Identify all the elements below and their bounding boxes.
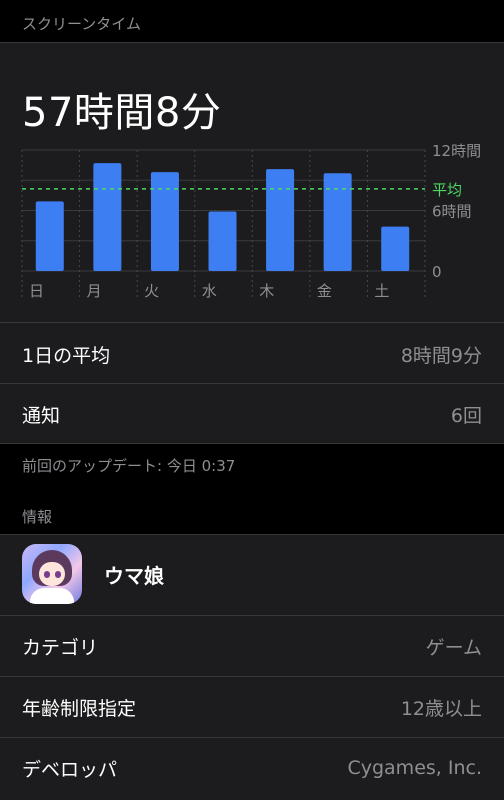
developer-row: デベロッパ Cygames, Inc. bbox=[0, 738, 504, 798]
uma-musume-app-icon bbox=[22, 544, 82, 604]
category-value: ゲーム bbox=[425, 636, 482, 659]
x-tick-label-0: 日 bbox=[29, 282, 44, 300]
age-rating-value: 12歳以上 bbox=[400, 697, 482, 720]
divider bbox=[0, 443, 504, 444]
notifications-row: 通知 6回 bbox=[0, 384, 504, 444]
y-tick-label-1: 6時間 bbox=[432, 203, 472, 221]
age-rating-label: 年齢制限指定 bbox=[22, 697, 137, 720]
last-update-note: 前回のアップデート: 今日 0:37 bbox=[22, 457, 236, 475]
x-tick-label-5: 金 bbox=[317, 282, 332, 300]
category-label: カテゴリ bbox=[22, 636, 99, 659]
screen-time-page: スクリーンタイム 57時間8分 平均 12時間 6時間 0 日 月 火 水 木 金 土 1日の平均 … bbox=[0, 0, 504, 800]
section-header-info: 情報 bbox=[22, 508, 53, 526]
age-rating-row: 年齢制限指定 12歳以上 bbox=[0, 677, 504, 737]
divider bbox=[0, 322, 504, 323]
bar-3 bbox=[208, 211, 237, 271]
bar-1 bbox=[93, 163, 122, 271]
x-tick-label-4: 木 bbox=[259, 282, 274, 300]
bar-2 bbox=[150, 172, 179, 271]
bar-5 bbox=[323, 173, 352, 271]
app-name: ウマ娘 bbox=[104, 564, 164, 588]
notifications-value: 6回 bbox=[450, 404, 482, 427]
x-tick-label-1: 月 bbox=[87, 282, 102, 300]
bar-0 bbox=[35, 201, 64, 271]
weekly-usage-chart: 平均 12時間 6時間 0 日 月 火 水 木 金 土 bbox=[0, 142, 504, 312]
x-tick-label-3: 水 bbox=[202, 282, 217, 300]
x-tick-label-2: 火 bbox=[144, 282, 159, 300]
notifications-label: 通知 bbox=[22, 404, 61, 427]
daily-average-value: 8時間9分 bbox=[400, 344, 482, 367]
category-row: カテゴリ ゲーム bbox=[0, 616, 504, 676]
x-tick-label-6: 土 bbox=[374, 282, 389, 300]
bar-4 bbox=[266, 169, 295, 271]
average-label: 平均 bbox=[432, 181, 462, 199]
developer-label: デベロッパ bbox=[22, 758, 118, 781]
y-tick-label-0: 12時間 bbox=[432, 142, 481, 160]
chart-svg: 平均 12時間 6時間 0 日 月 火 水 木 金 土 bbox=[21, 142, 481, 300]
bar-6 bbox=[381, 226, 410, 271]
section-header-screen-time: スクリーンタイム bbox=[22, 15, 141, 33]
daily-average-row: 1日の平均 8時間9分 bbox=[0, 324, 504, 384]
total-screen-time: 57時間8分 bbox=[22, 90, 222, 136]
daily-average-label: 1日の平均 bbox=[22, 344, 111, 367]
y-tick-label-2: 0 bbox=[432, 263, 442, 281]
developer-value: Cygames, Inc. bbox=[347, 757, 482, 779]
